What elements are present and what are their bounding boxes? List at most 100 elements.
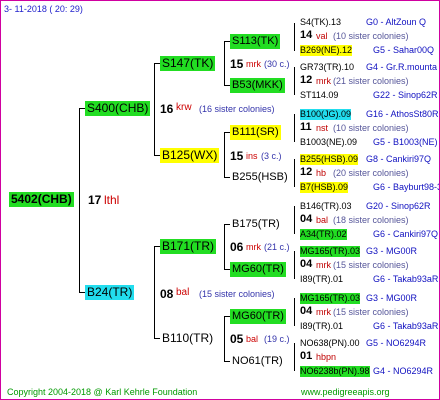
gen4-code: mrk — [316, 307, 331, 317]
gen4-num: 12 — [300, 74, 313, 86]
gen4-num: 12 — [300, 166, 313, 178]
tree-line — [154, 246, 155, 338]
gen4-top-queen[interactable]: S4(TK).13 — [300, 17, 341, 28]
tree-line — [224, 316, 225, 361]
gen4-code: hbpn — [316, 352, 337, 362]
gen4-top-queen[interactable]: B255(HSB).09 — [300, 154, 359, 165]
gen4-bottom-queen[interactable]: B7(HSB).09 — [300, 182, 349, 193]
gen4-bottom-queen[interactable]: B1003(NE).09 — [300, 137, 357, 148]
gen4-top-queen[interactable]: B100(JG).09 — [300, 109, 352, 120]
gen1-bottom-info: (15 sister colonies) — [199, 289, 275, 299]
gen1-top-queen[interactable]: S400(CHB) — [85, 101, 151, 116]
gen3-queen-6[interactable]: MG60(TR) — [230, 262, 286, 277]
gen4-code: bal — [316, 215, 329, 225]
gen4-bottom-queen[interactable]: B269(NE).12 — [300, 45, 353, 56]
tree-line — [294, 343, 295, 371]
root-queen[interactable]: 5402(CHB) — [9, 192, 74, 207]
gen2-info-3: (21 c.) — [264, 242, 290, 252]
gen4-bottom-origin: G6 - Takab93aR — [373, 274, 439, 284]
gen4-mid-info: (10 sister colonies) — [333, 31, 409, 41]
tree-line — [224, 224, 225, 269]
gen2-info-4: (19 c.) — [264, 334, 290, 344]
gen1-bottom-queen[interactable]: B24(TR) — [85, 285, 135, 300]
gen2-queen-4[interactable]: B110(TR) — [160, 331, 215, 346]
gen4-top-origin: G3 - MG00R — [366, 293, 418, 303]
gen4-top-queen[interactable]: GR73(TR).10 — [300, 62, 354, 73]
gen4-bottom-queen[interactable]: I89(TR).01 — [300, 321, 343, 332]
gen1-top-num: 16 — [160, 102, 174, 116]
gen1-top-code: krw — [176, 102, 192, 113]
gen4-bottom-queen[interactable]: NO6238b(PN).98 — [300, 366, 370, 377]
gen2-code-1: mrk — [246, 59, 261, 69]
gen1-bottom-num: 08 — [160, 287, 174, 301]
pedigree-frame: 3- 11-2018 ( 20: 29) 5402(CHB) 17 lthl S… — [0, 0, 440, 400]
gen1-bottom-code: bal — [176, 287, 190, 298]
gen2-info-1: (30 c.) — [264, 59, 290, 69]
gen4-top-origin: G16 - AthosSt80R — [366, 109, 439, 119]
tree-line — [294, 23, 295, 51]
tree-line — [224, 132, 225, 177]
gen3-queen-3[interactable]: B111(SR) — [230, 125, 281, 140]
gen2-num-4: 05 — [230, 332, 244, 346]
gen4-code: mrk — [316, 260, 331, 270]
gen3-queen-1[interactable]: S113(TK) — [230, 34, 281, 49]
gen4-code: hb — [316, 168, 327, 178]
gen3-queen-4[interactable]: B255(HSB) — [230, 170, 290, 185]
gen4-top-origin: G20 - Sinop62R — [366, 201, 431, 211]
gen4-top-origin: G8 - Cankiri97Q — [366, 154, 432, 164]
gen3-queen-5[interactable]: B175(TR) — [230, 217, 282, 232]
gen4-bottom-origin: G6 - Bayburt98-3 — [373, 182, 440, 192]
gen2-queen-3[interactable]: B171(TR) — [160, 239, 217, 254]
gen4-mid-info: (15 sister colonies) — [333, 307, 409, 317]
gen1-top-info: (16 sister colonies) — [199, 104, 275, 114]
tree-line — [294, 206, 295, 234]
gen4-top-queen[interactable]: NO638(PN).00 — [300, 338, 360, 349]
gen4-num: 14 — [300, 29, 313, 41]
gen4-top-origin: G4 - Gr.R.mounta — [366, 62, 438, 72]
gen4-bottom-queen[interactable]: A34(TR).02 — [300, 229, 347, 240]
tree-line — [224, 41, 225, 85]
gen2-code-2: ins — [246, 151, 258, 161]
gen4-code: mrk — [316, 76, 331, 86]
gen2-num-1: 15 — [230, 57, 244, 71]
tree-line — [294, 298, 295, 326]
tree-line — [154, 63, 155, 155]
gen2-queen-2[interactable]: B125(WX) — [160, 148, 220, 163]
tree-line — [294, 67, 295, 95]
gen4-num: 04 — [300, 305, 313, 317]
gen4-bottom-origin: G6 - Cankiri97Q — [373, 229, 439, 239]
tree-line — [294, 251, 295, 279]
gen4-mid-info: (15 sister colonies) — [333, 260, 409, 270]
gen4-bottom-queen[interactable]: ST114.09 — [300, 90, 338, 101]
gen2-num-2: 15 — [230, 149, 244, 163]
root-num: 17 — [88, 193, 102, 207]
gen2-queen-1[interactable]: S147(TK) — [160, 56, 216, 71]
gen4-mid-info: (20 sister colonies) — [333, 168, 409, 178]
gen4-num: 01 — [300, 350, 313, 362]
gen4-top-queen[interactable]: B146(TR).03 — [300, 201, 352, 212]
tree-line — [294, 159, 295, 187]
gen4-top-queen[interactable]: MG165(TR).03 — [300, 293, 361, 304]
copyright: Copyright 2004-2018 @ Karl Kehrle Founda… — [7, 387, 198, 397]
gen2-code-3: mrk — [246, 242, 261, 252]
gen4-bottom-origin: G5 - B1003(NE) — [373, 137, 438, 147]
gen4-top-origin: G5 - NO6294R — [366, 338, 427, 348]
gen4-top-origin: G3 - MG00R — [366, 246, 418, 256]
gen3-queen-8[interactable]: NO61(TR) — [230, 354, 285, 369]
gen4-bottom-queen[interactable]: I89(TR).01 — [300, 274, 343, 285]
gen4-top-origin: G0 - AltZoun Q — [366, 17, 427, 27]
tree-line — [294, 114, 295, 142]
gen3-queen-2[interactable]: B53(MKK) — [230, 78, 285, 93]
gen2-code-4: bal — [246, 334, 259, 344]
gen4-mid-info: (10 sister colonies) — [333, 123, 409, 133]
website-link[interactable]: www.pedigreeapis.org — [301, 387, 390, 397]
tree-line — [79, 108, 80, 292]
gen4-bottom-origin: G6 - Takab93aR — [373, 321, 439, 331]
gen4-num: 04 — [300, 213, 313, 225]
gen4-num: 04 — [300, 258, 313, 270]
gen4-code: val — [316, 31, 328, 41]
gen3-queen-7[interactable]: MG60(TR) — [230, 309, 286, 324]
gen4-top-queen[interactable]: MG165(TR).03 — [300, 246, 361, 257]
timestamp: 3- 11-2018 ( 20: 29) — [4, 4, 83, 14]
gen4-code: nst — [316, 123, 329, 133]
